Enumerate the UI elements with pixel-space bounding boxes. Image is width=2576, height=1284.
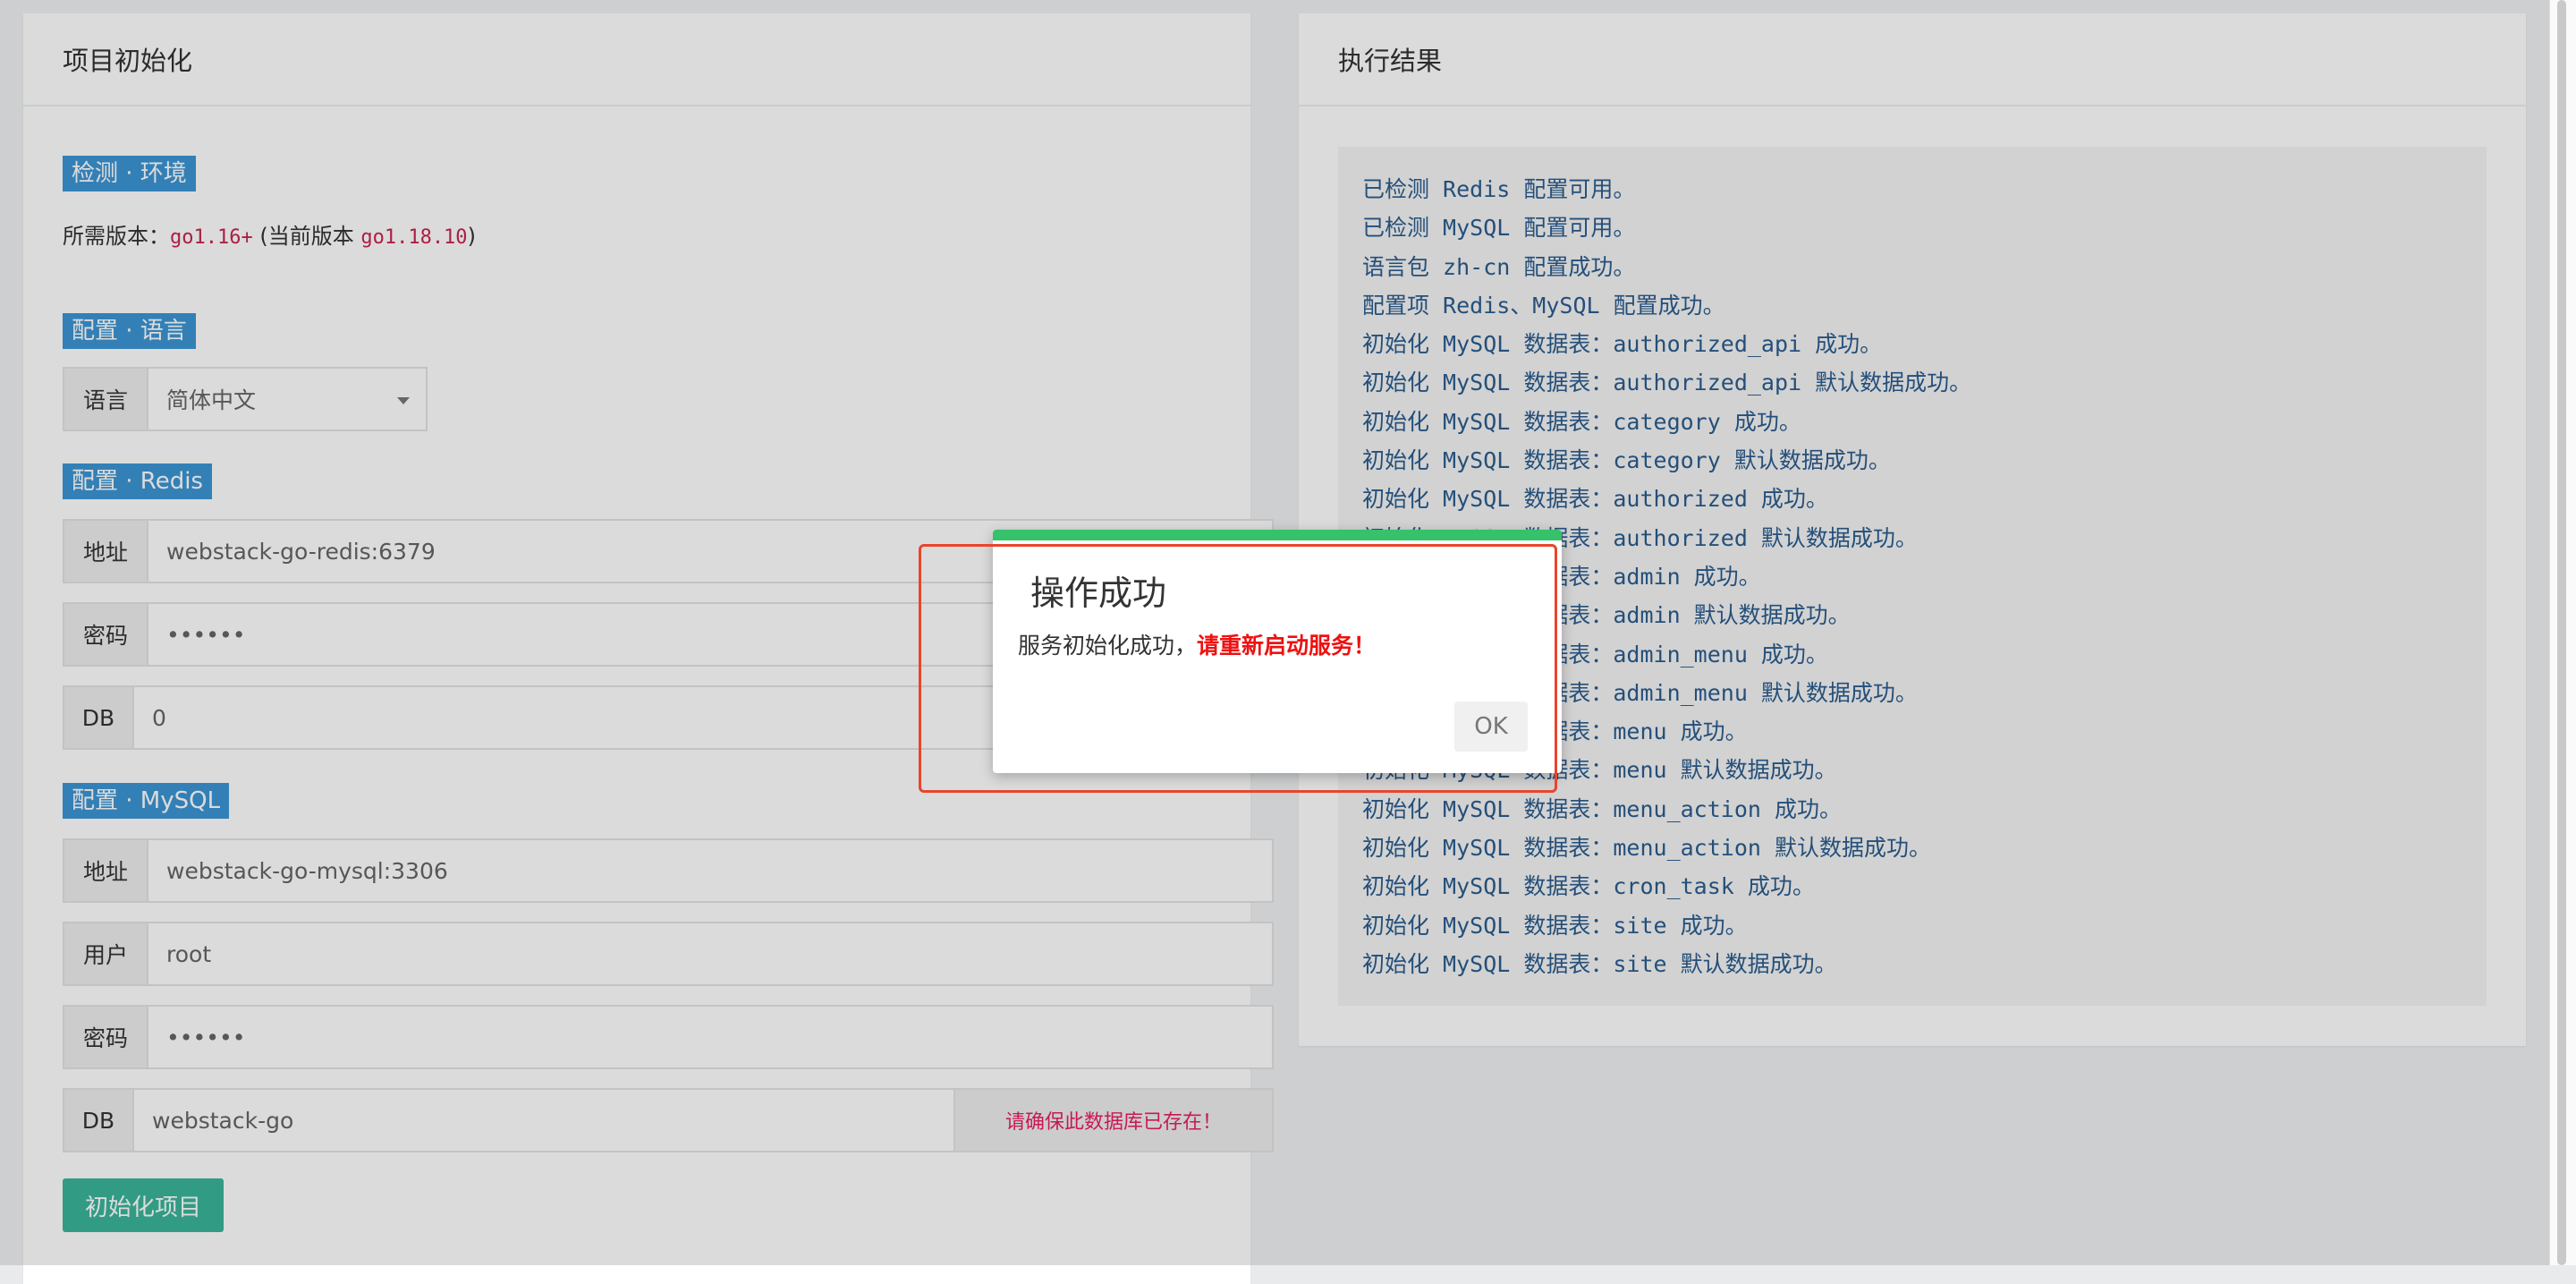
annotation-highlight-box xyxy=(919,544,1557,793)
dialog-accent-bar xyxy=(993,530,1562,540)
page-scrollbar-thumb[interactable] xyxy=(2557,0,2566,1265)
